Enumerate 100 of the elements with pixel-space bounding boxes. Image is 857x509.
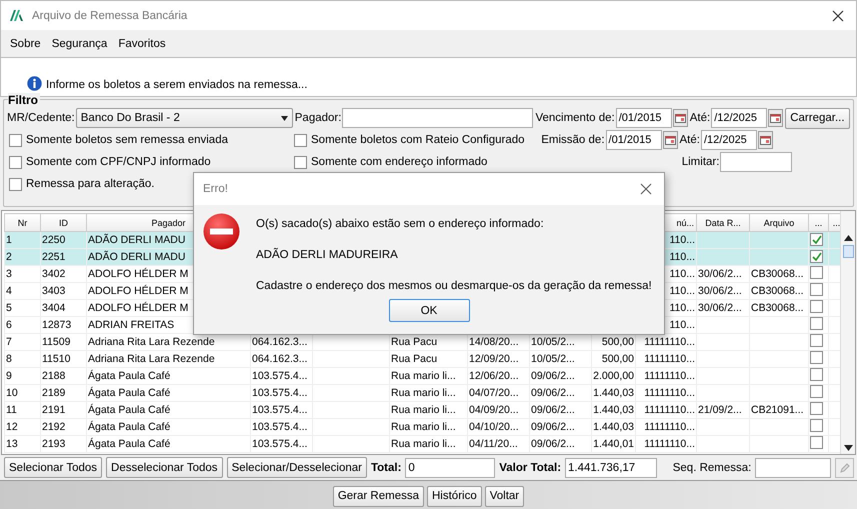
field-label: Até: — [680, 134, 700, 146]
field-label: Valor Total: — [499, 462, 562, 474]
app-logo-icon — [10, 10, 23, 21]
checkbox[interactable] — [810, 250, 823, 263]
total-field[interactable]: 0 — [405, 458, 496, 478]
table-cell: 10 — [4, 384, 40, 402]
menu-item[interactable]: Favoritos — [118, 38, 166, 50]
table-cell: 3404 — [40, 300, 86, 316]
calendar-button[interactable] — [672, 109, 688, 127]
checkbox[interactable] — [810, 436, 823, 449]
table-cell: Rua mario li... — [390, 384, 468, 402]
table-cell: 12/06/20... — [468, 368, 530, 384]
footer-button[interactable]: Voltar — [484, 486, 524, 506]
date-field[interactable]: /12/2025 — [711, 108, 768, 128]
calendar-icon — [674, 114, 686, 122]
action-button[interactable]: Selecionar Todos — [4, 457, 102, 478]
info-icon — [27, 76, 42, 91]
scroll-thumb[interactable] — [842, 245, 854, 258]
column-header[interactable]: ... — [828, 214, 840, 232]
table-cell: 04/09/20... — [468, 402, 530, 418]
checkbox[interactable] — [9, 178, 22, 190]
limit-field[interactable] — [720, 152, 792, 172]
scrollbar[interactable] — [840, 211, 855, 454]
calendar-button[interactable] — [758, 131, 773, 149]
column-header[interactable]: ... — [808, 214, 828, 232]
table-cell: 30/06/2... — [696, 300, 750, 316]
dialog-title: Erro! — [203, 183, 229, 195]
table-cell: Ágata Paula Café — [86, 418, 250, 436]
table-cell: 103.575.4... — [250, 368, 312, 384]
close-icon[interactable] — [640, 183, 652, 195]
checkbox[interactable] — [294, 134, 307, 146]
checkbox[interactable] — [810, 368, 823, 381]
footer-button[interactable]: Histórico — [427, 486, 482, 506]
calendar-icon — [760, 136, 771, 144]
table-cell: 21/09/2... — [696, 402, 750, 418]
table-cell: 064.162.3... — [250, 350, 312, 368]
table-cell: 2 — [4, 248, 40, 266]
column-header[interactable]: Data R... — [696, 214, 750, 232]
table-cell: Ágata Paula Café — [86, 368, 250, 384]
checkbox[interactable] — [810, 283, 823, 296]
table-cell: 6 — [4, 316, 40, 334]
table-cell: 09/06/2... — [530, 402, 592, 418]
caret-icon — [280, 116, 288, 120]
table-cell: 11510 — [40, 350, 86, 368]
table-cell: 04/11/20... — [468, 436, 530, 452]
footer-button[interactable]: Gerar Remessa — [332, 486, 424, 506]
edit-button[interactable] — [835, 458, 854, 478]
dialog-message: ADÃO DERLI MADUREIRA — [256, 249, 398, 261]
value-total-field[interactable]: 1.441.736,17 — [565, 458, 657, 478]
load-button[interactable]: Carregar... — [785, 108, 850, 128]
checkbox[interactable] — [810, 317, 823, 330]
column-header[interactable]: ID — [40, 214, 86, 232]
close-icon[interactable] — [832, 10, 844, 22]
checkbox[interactable] — [810, 334, 823, 347]
down-arrow-icon — [844, 445, 853, 451]
date-field[interactable]: /01/2015 — [606, 130, 662, 150]
calendar-icon — [664, 136, 676, 144]
info-text: Informe os boletos a serem enviados na remessa... — [46, 79, 308, 91]
checkbox[interactable] — [9, 156, 22, 168]
menu-item[interactable]: Segurança — [52, 38, 108, 50]
date-field[interactable]: /12/2025 — [700, 130, 757, 150]
calendar-button[interactable] — [768, 109, 784, 127]
table-cell: 3403 — [40, 282, 86, 300]
sequence-field[interactable] — [755, 458, 832, 478]
checkbox[interactable] — [810, 402, 823, 415]
checkbox[interactable] — [810, 419, 823, 432]
ok-button[interactable]: OK — [388, 299, 470, 322]
table-cell: 103.575.4... — [250, 384, 312, 402]
payer-field[interactable] — [342, 108, 534, 128]
table-cell: 11111110... — [636, 350, 696, 368]
checkbox[interactable] — [294, 156, 307, 168]
up-arrow-icon — [844, 235, 853, 241]
table-cell: 1.440,01 — [592, 436, 636, 452]
checkbox[interactable] — [810, 351, 823, 364]
checkbox[interactable] — [810, 300, 823, 313]
table-cell: CB30068... — [750, 266, 808, 282]
table-cell: Rua mario li... — [390, 402, 468, 418]
checkbox-label: Somente boletos com Rateio Configurado — [311, 134, 525, 146]
table-cell: 11111110... — [636, 368, 696, 384]
calendar-button[interactable] — [662, 131, 678, 149]
checkbox[interactable] — [810, 233, 823, 246]
table-cell: 1.440,03 — [592, 418, 636, 436]
bank-dropdown[interactable]: Banco Do Brasil - 2 — [76, 108, 293, 128]
menu-item[interactable]: Sobre — [10, 38, 41, 50]
column-header[interactable]: Nr — [4, 214, 40, 232]
stop-icon — [203, 213, 240, 250]
checkbox[interactable] — [810, 385, 823, 398]
action-button[interactable]: Selecionar/Desselecionar — [226, 457, 367, 478]
checkbox[interactable] — [9, 134, 22, 146]
table-cell: 11509 — [40, 334, 86, 350]
field-label: Seq. Remessa: — [672, 462, 752, 474]
date-field[interactable]: /01/2015 — [616, 108, 672, 128]
table-cell: CB30068... — [750, 300, 808, 316]
column-header[interactable]: Arquivo — [750, 214, 808, 232]
action-button[interactable]: Desselecionar Todos — [106, 457, 223, 478]
field-label: MR/Cedente: — [7, 112, 75, 124]
checkbox[interactable] — [810, 266, 823, 279]
table-cell: 2191 — [40, 402, 86, 418]
table-cell: 11 — [4, 402, 40, 418]
calendar-icon — [770, 114, 782, 122]
